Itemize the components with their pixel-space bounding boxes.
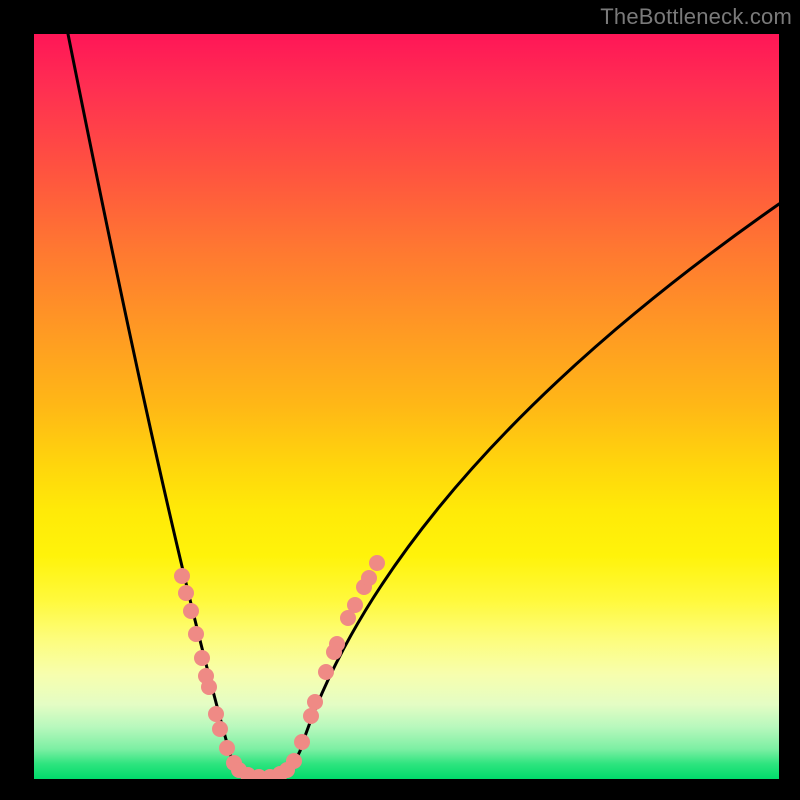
highlight-dot <box>219 740 235 756</box>
highlight-dot <box>294 734 310 750</box>
highlight-dot <box>208 706 224 722</box>
highlight-dot <box>194 650 210 666</box>
highlight-dot <box>188 626 204 642</box>
plot-area <box>34 34 779 779</box>
highlight-dot <box>369 555 385 571</box>
highlight-dot <box>178 585 194 601</box>
chart-svg <box>34 34 779 779</box>
highlight-dot <box>286 753 302 769</box>
highlight-dot <box>307 694 323 710</box>
bottleneck-curve <box>68 34 779 777</box>
highlight-dot <box>212 721 228 737</box>
highlight-dot <box>347 597 363 613</box>
chart-outer-frame: TheBottleneck.com <box>0 0 800 800</box>
highlight-dot <box>183 603 199 619</box>
highlight-dot <box>329 636 345 652</box>
watermark-label: TheBottleneck.com <box>600 4 792 30</box>
highlight-dot <box>361 570 377 586</box>
highlight-dot <box>303 708 319 724</box>
highlight-dot <box>174 568 190 584</box>
highlight-dot <box>201 679 217 695</box>
highlight-dot <box>318 664 334 680</box>
